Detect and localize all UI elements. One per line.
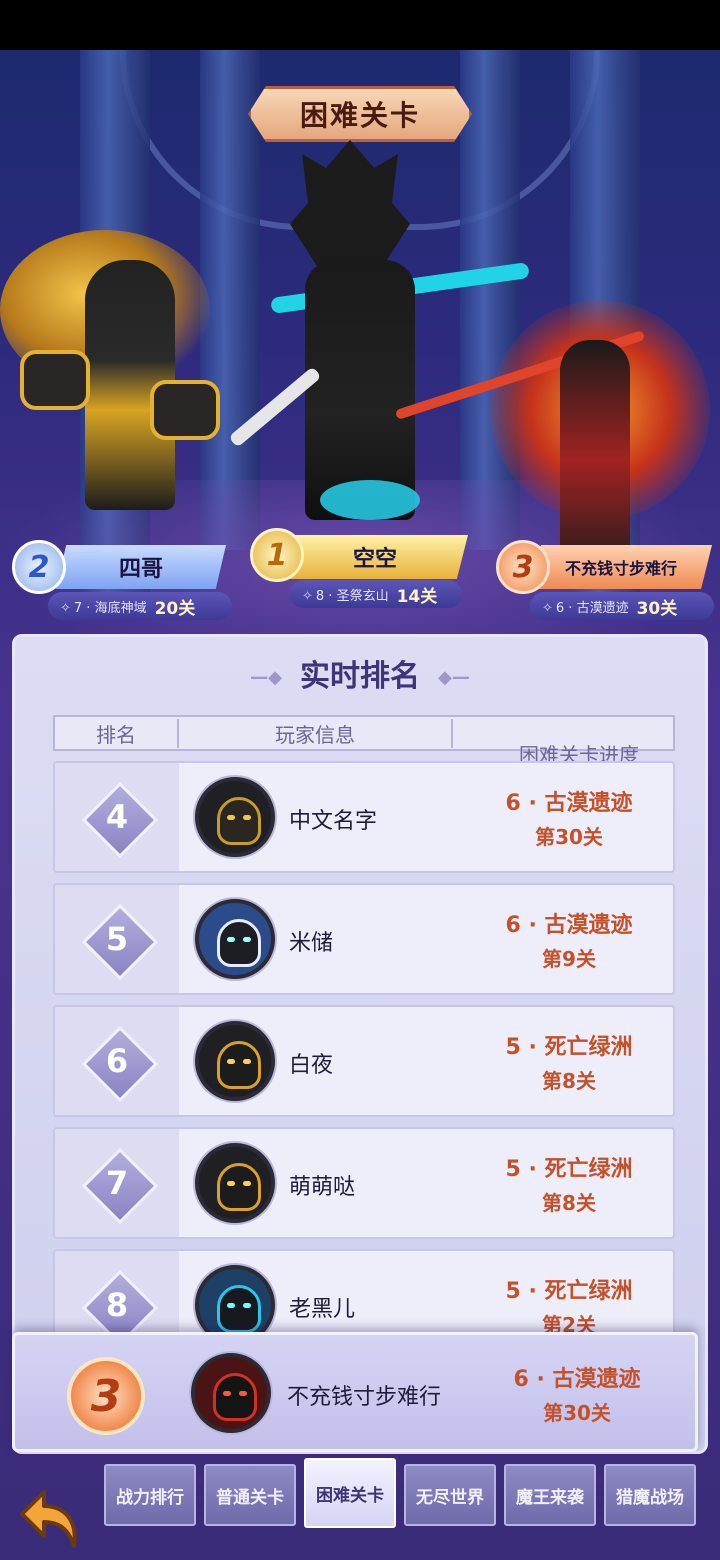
game-screen: 困难关卡 四哥 2 ✧ 7 · 海底神域 20关 空空 1 ✧ 8 · 圣祭玄山 1… — [0, 50, 720, 1560]
ranking-panel: —◆ 实时排名 ◆— 排名 玩家信息 困难关卡进度 4 中文名字 6 · 古漠遗迹第… — [12, 634, 708, 1454]
tab-label: 普通关卡 — [216, 1487, 284, 1508]
podium-level: 8 · 圣祭玄山 — [315, 588, 389, 604]
rank-diamond-icon: 6 — [81, 1025, 153, 1097]
avatar[interactable] — [195, 1265, 275, 1335]
tab-label: 战力排行 — [116, 1487, 184, 1508]
rank-3-badge: 3 — [496, 540, 550, 594]
tab-endless-world[interactable]: 无尽世界 — [404, 1464, 496, 1526]
hero-rank-1-figure[interactable] — [228, 140, 530, 540]
tab-power-ranking[interactable]: 战力排行 — [104, 1464, 196, 1526]
back-button[interactable] — [8, 1480, 88, 1560]
table-row[interactable]: 8 老黑儿 5 · 死亡绿洲 第2关 — [53, 1249, 675, 1335]
podium-level: 6 · 古漠遗迹 — [555, 600, 629, 616]
progress-stage: 第30关 — [535, 825, 603, 849]
star-icon: ✧ — [60, 600, 71, 616]
podium-level: 7 · 海底神域 — [73, 600, 147, 616]
column-header-player-info: 玩家信息 — [179, 718, 453, 748]
tab-label: 猎魔战场 — [616, 1487, 684, 1508]
my-ranking-row[interactable]: 3 不充钱寸步难行 6 · 古漠遗迹 第30关 — [12, 1332, 698, 1452]
table-row[interactable]: 7 萌萌哒 5 · 死亡绿洲 第8关 — [53, 1127, 675, 1239]
progress-world: 6 · 古漠遗迹 — [513, 1367, 641, 1392]
player-name: 不充钱寸步难行 — [287, 1385, 442, 1410]
title-ornament: ◆— — [438, 667, 470, 688]
podium-name-plate-1: 空空 — [282, 535, 468, 579]
podium-name: 不充钱寸步难行 — [564, 559, 677, 578]
rank-2-badge: 2 — [12, 540, 66, 594]
back-arrow-icon — [20, 1490, 77, 1548]
table-row[interactable]: 6 白夜 5 · 死亡绿洲 第8关 — [53, 1005, 675, 1117]
row-rank: 6 — [105, 1042, 129, 1080]
hero-rank-3-figure[interactable] — [394, 280, 720, 580]
avatar[interactable] — [195, 1143, 275, 1223]
podium-name-plate-2: 四哥 — [56, 545, 226, 589]
title-ornament: —◆ — [250, 667, 282, 688]
avatar[interactable] — [195, 777, 275, 857]
rank-diamond-icon: 4 — [81, 781, 153, 853]
tab-label: 魔王来袭 — [516, 1487, 584, 1508]
table-row[interactable]: 4 中文名字 6 · 古漠遗迹 第30关 — [53, 761, 675, 873]
player-name: 白夜 — [289, 1053, 334, 1078]
avatar[interactable] — [195, 899, 275, 979]
progress-world: 5 · 死亡绿洲 — [505, 1279, 633, 1304]
progress-stage: 第8关 — [542, 1069, 596, 1093]
my-rank-badge: 3 — [67, 1357, 145, 1435]
row-rank: 5 — [105, 920, 129, 958]
tab-label: 无尽世界 — [416, 1487, 484, 1508]
status-bar — [0, 0, 720, 50]
row-rank: 4 — [105, 798, 129, 836]
podium-progress-3: ✧ 6 · 古漠遗迹 30关 — [530, 592, 714, 620]
rank-1-badge: 1 — [250, 528, 304, 582]
progress-world: 6 · 古漠遗迹 — [505, 913, 633, 938]
ranking-tabs: 战力排行 普通关卡 困难关卡 无尽世界 魔王来袭 猎魔战场 — [104, 1458, 700, 1530]
player-name: 米储 — [289, 931, 334, 956]
table-header: 排名 玩家信息 困难关卡进度 — [53, 715, 675, 767]
podium-name: 空空 — [352, 547, 397, 572]
rank-diamond-icon: 5 — [81, 903, 153, 975]
tab-normal-stages[interactable]: 普通关卡 — [204, 1464, 296, 1526]
star-icon: ✧ — [542, 600, 553, 616]
progress-stage: 第8关 — [542, 1191, 596, 1215]
tab-hard-stages[interactable]: 困难关卡 — [304, 1458, 396, 1528]
podium-stage: 20关 — [154, 598, 196, 619]
avatar[interactable] — [195, 1021, 275, 1101]
star-icon: ✧ — [302, 588, 313, 604]
podium-stage: 30关 — [636, 598, 678, 619]
player-name: 萌萌哒 — [289, 1175, 356, 1200]
rank-diamond-icon: 8 — [81, 1269, 153, 1335]
table-row[interactable]: 5 米储 6 · 古漠遗迹 第9关 — [53, 883, 675, 995]
rank-diamond-icon: 7 — [81, 1147, 153, 1219]
progress-world: 5 · 死亡绿洲 — [505, 1157, 633, 1182]
ranking-list[interactable]: 4 中文名字 6 · 古漠遗迹 第30关 5 米储 6 · 古漠遗迹 第9关 6 白… — [53, 761, 675, 1335]
podium-progress-1: ✧ 8 · 圣祭玄山 14关 — [290, 580, 462, 608]
podium-name-plate-3: 不充钱寸步难行 — [530, 545, 712, 589]
progress-world: 6 · 古漠遗迹 — [505, 791, 633, 816]
player-name: 老黑儿 — [289, 1297, 356, 1322]
podium-stage: 14关 — [396, 586, 438, 607]
podium-name: 四哥 — [118, 557, 163, 582]
row-rank: 8 — [105, 1286, 129, 1324]
progress-world: 5 · 死亡绿洲 — [505, 1035, 633, 1060]
tab-demon-raid[interactable]: 魔王来袭 — [504, 1464, 596, 1526]
player-name: 中文名字 — [289, 809, 378, 834]
column-header-rank: 排名 — [55, 718, 179, 748]
hero-rank-2-figure[interactable] — [0, 200, 230, 530]
progress-stage: 第30关 — [543, 1401, 611, 1425]
row-rank: 7 — [105, 1164, 129, 1202]
ranking-title: 实时排名 — [300, 659, 420, 694]
avatar[interactable] — [191, 1353, 271, 1433]
tab-label: 困难关卡 — [316, 1485, 384, 1506]
podium-progress-2: ✧ 7 · 海底神域 20关 — [48, 592, 232, 620]
tab-demon-hunt-arena[interactable]: 猎魔战场 — [604, 1464, 696, 1526]
page-title-banner: 困难关卡 — [248, 86, 472, 142]
page-title: 困难关卡 — [299, 99, 420, 132]
progress-stage: 第9关 — [542, 947, 596, 971]
